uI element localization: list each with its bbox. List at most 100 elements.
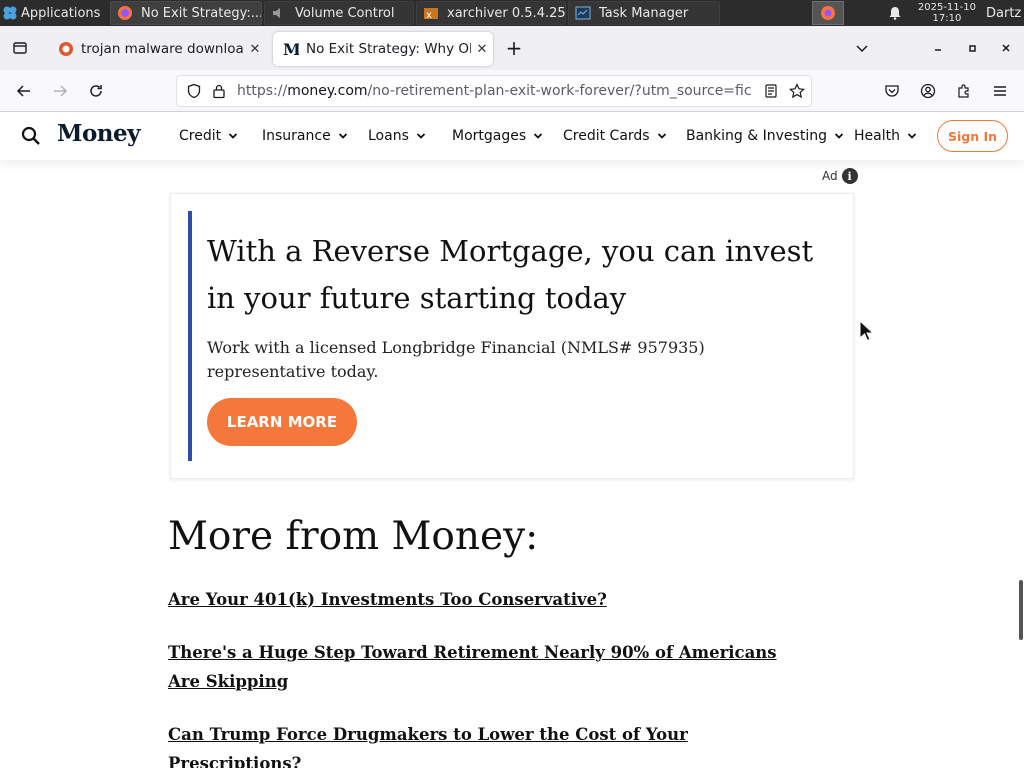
- scrollbar-thumb[interactable]: [1019, 580, 1023, 640]
- close-tab-icon[interactable]: ✕: [471, 42, 493, 57]
- browser-tab-bar: trojan malware downloac ✕ M No Exit Stra…: [0, 26, 1024, 70]
- close-icon: [1002, 44, 1010, 52]
- nav-label: Loans: [368, 128, 409, 144]
- learn-more-button[interactable]: LEARN MORE: [207, 398, 357, 446]
- user-name[interactable]: Dartz: [986, 6, 1024, 21]
- navigation-toolbar: https://money.com/no-retirement-plan-exi…: [0, 70, 1024, 112]
- nav-mortgages[interactable]: Mortgages: [452, 128, 543, 144]
- firefox-tray-icon[interactable]: [811, 1, 844, 25]
- url-text: https://money.com/no-retirement-plan-exi…: [237, 83, 753, 99]
- nav-insurance[interactable]: Insurance: [262, 128, 348, 144]
- reload-icon: [90, 85, 102, 97]
- applications-label: Applications: [21, 5, 101, 21]
- clock-time: 17:10: [932, 13, 962, 24]
- article-link[interactable]: Can Trump Force Drugmakers to Lower the …: [168, 720, 808, 768]
- chevron-down-icon: [856, 45, 868, 53]
- task-task-manager[interactable]: Task Manager: [568, 1, 720, 25]
- shield-icon[interactable]: [186, 83, 202, 99]
- ad-text: Work with a licensed Longbridge Financia…: [207, 338, 705, 381]
- nav-credit[interactable]: Credit: [179, 128, 238, 144]
- info-icon[interactable]: i: [841, 168, 858, 184]
- chevron-down-icon: [416, 133, 426, 139]
- nav-loans[interactable]: Loans: [368, 128, 426, 144]
- lock-icon[interactable]: [212, 83, 226, 99]
- maximize-window-button[interactable]: [958, 34, 986, 62]
- more-from-money-heading: More from Money:: [168, 514, 539, 559]
- nav-credit-cards[interactable]: Credit Cards: [563, 128, 667, 144]
- minimize-icon: [935, 49, 941, 51]
- new-tab-button[interactable]: +: [500, 34, 528, 62]
- close-window-button[interactable]: [992, 34, 1020, 62]
- chevron-down-icon: [338, 133, 347, 139]
- pocket-button[interactable]: [878, 77, 906, 105]
- nav-label: Health: [854, 128, 900, 144]
- speaker-icon: [273, 8, 280, 18]
- article-link[interactable]: Are Your 401(k) Investments Too Conserva…: [168, 585, 808, 614]
- ad-accent-bar: [188, 211, 192, 461]
- task-firefox[interactable]: No Exit Strategy:...: [110, 1, 262, 25]
- chevron-down-icon: [657, 133, 666, 139]
- pocket-icon: [885, 85, 899, 97]
- applications-menu[interactable]: Applications: [0, 0, 108, 26]
- archive-icon: x: [424, 8, 438, 21]
- reverse-mortgage-ad[interactable]: With a Reverse Mortgage, you can invest …: [170, 193, 854, 479]
- nav-label: Credit Cards: [563, 128, 650, 144]
- extensions-button[interactable]: [950, 77, 978, 105]
- plus-icon: +: [505, 36, 523, 60]
- site-logo[interactable]: Money: [57, 120, 141, 147]
- site-header: Money Credit Insurance Loans Mortgages C…: [0, 112, 1024, 160]
- sign-in-button[interactable]: Sign In: [937, 120, 1008, 152]
- tab-no-exit-strategy[interactable]: M No Exit Strategy: Why Ol ✕: [273, 32, 493, 66]
- forward-button[interactable]: [46, 77, 74, 105]
- chevron-down-icon: [834, 133, 844, 139]
- menu-button[interactable]: [986, 77, 1014, 105]
- url-host: money.com: [287, 83, 368, 99]
- bookmark-star-icon[interactable]: [789, 83, 805, 99]
- close-tab-icon[interactable]: ✕: [244, 42, 266, 57]
- address-bar[interactable]: https://money.com/no-retirement-plan-exi…: [176, 75, 812, 107]
- arrow-right-icon: [54, 85, 68, 97]
- reload-button[interactable]: [82, 77, 110, 105]
- ad-label[interactable]: Ad i: [822, 168, 858, 184]
- mouse-cursor-icon: [859, 320, 873, 342]
- svg-text:x: x: [426, 10, 432, 21]
- tab-label: No Exit Strategy: Why Ol: [306, 41, 471, 57]
- reader-view-icon[interactable]: [763, 83, 779, 99]
- bell-icon[interactable]: [888, 6, 902, 20]
- url-path: /no-retirement-plan-exit-work-forever/?u…: [367, 83, 752, 99]
- chevron-down-icon: [907, 133, 917, 139]
- clock[interactable]: 2025-11-10 17:10: [918, 2, 976, 24]
- account-button[interactable]: [914, 77, 942, 105]
- firefox-icon: [118, 6, 132, 20]
- puzzle-icon: [958, 84, 969, 98]
- nav-banking-investing[interactable]: Banking & Investing: [686, 128, 844, 144]
- list-all-tabs-button[interactable]: [848, 34, 876, 62]
- back-button[interactable]: [10, 77, 38, 105]
- tab-label: trojan malware downloac: [81, 41, 244, 57]
- account-icon: [920, 83, 936, 99]
- tab-overview-button[interactable]: [6, 34, 34, 62]
- hamburger-menu-icon: [994, 86, 1006, 96]
- arrow-left-icon: [16, 85, 30, 97]
- chevron-down-icon: [534, 133, 543, 139]
- minimize-window-button[interactable]: [924, 34, 952, 62]
- tab-trojan-search[interactable]: trojan malware downloac ✕: [48, 32, 266, 66]
- nav-label: Banking & Investing: [686, 128, 827, 144]
- task-xarchiver[interactable]: x xarchiver 0.5.4.25: [416, 1, 566, 25]
- maximize-icon: [969, 45, 976, 52]
- nav-label: Credit: [179, 128, 222, 144]
- article-link[interactable]: There's a Huge Step Toward Retirement Ne…: [168, 638, 808, 696]
- nav-label: Insurance: [262, 128, 331, 144]
- task-volume-control[interactable]: Volume Control: [264, 1, 414, 25]
- money-favicon-icon: M: [283, 41, 299, 57]
- search-icon[interactable]: [21, 126, 41, 146]
- nav-label: Mortgages: [452, 128, 527, 144]
- ad-title: With a Reverse Mortgage, you can invest …: [207, 234, 814, 315]
- task-label: Volume Control: [295, 5, 395, 21]
- clock-date: 2025-11-10: [917, 2, 976, 13]
- system-tray: 2025-11-10 17:10 Dartz: [811, 0, 1024, 26]
- task-label: Task Manager: [599, 5, 689, 21]
- task-label: No Exit Strategy:...: [141, 5, 262, 21]
- nav-health[interactable]: Health: [854, 128, 917, 144]
- svg-text:M: M: [283, 41, 299, 57]
